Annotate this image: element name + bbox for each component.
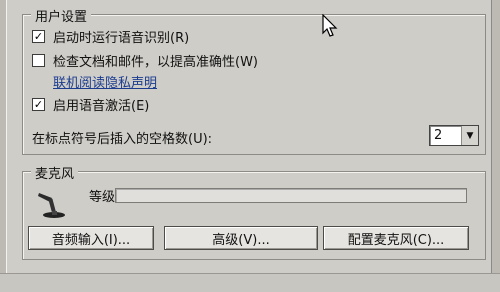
spaces-count-value: 2 xyxy=(434,128,443,143)
level-label: 等级 xyxy=(89,190,116,205)
user-settings-title: 用户设置 xyxy=(31,6,92,25)
spaces-after-punctuation-label: 在标点符号后插入的空格数(U): xyxy=(32,132,213,147)
startup-recognition-label: 启动时运行语音识别(R) xyxy=(53,31,190,46)
spaces-count-select[interactable]: 2 ▼ xyxy=(429,125,479,146)
voice-activation-label: 启用语音激活(E) xyxy=(53,99,150,114)
check-documents-checkbox[interactable] xyxy=(32,54,45,67)
voice-activation-checkbox[interactable]: ✓ xyxy=(32,98,45,111)
audio-input-button[interactable]: 音频输入(I)... xyxy=(28,226,154,250)
privacy-statement-link[interactable]: 联机阅读隐私声明 xyxy=(53,72,157,91)
advanced-button[interactable]: 高级(V)... xyxy=(164,226,318,250)
microphone-group: 麦克风 等级 音频输入(I)... 高级(V)... 配置麦克风(C)... xyxy=(22,163,486,260)
check-documents-label: 检查文档和邮件，以提高准确性(W) xyxy=(53,55,258,70)
chevron-down-icon[interactable]: ▼ xyxy=(461,126,478,145)
microphone-title: 麦克风 xyxy=(31,163,79,182)
check-documents-option[interactable]: 检查文档和邮件，以提高准确性(W) xyxy=(32,51,258,70)
window-frame-right xyxy=(491,0,500,292)
voice-activation-option[interactable]: ✓ 启用语音激活(E) xyxy=(32,95,149,114)
startup-recognition-checkbox[interactable]: ✓ xyxy=(32,30,45,43)
window-frame-left xyxy=(0,0,7,292)
configure-microphone-button[interactable]: 配置麦克风(C)... xyxy=(323,226,469,250)
microphone-icon xyxy=(38,193,65,218)
user-settings-group: 用户设置 ✓ 启动时运行语音识别(R) 检查文档和邮件，以提高准确性(W) 联机… xyxy=(22,6,486,155)
microphone-level-meter xyxy=(115,188,467,203)
startup-recognition-option[interactable]: ✓ 启动时运行语音识别(R) xyxy=(32,27,189,46)
mouse-pointer-icon xyxy=(322,14,338,37)
window-frame-bottom xyxy=(0,273,500,292)
